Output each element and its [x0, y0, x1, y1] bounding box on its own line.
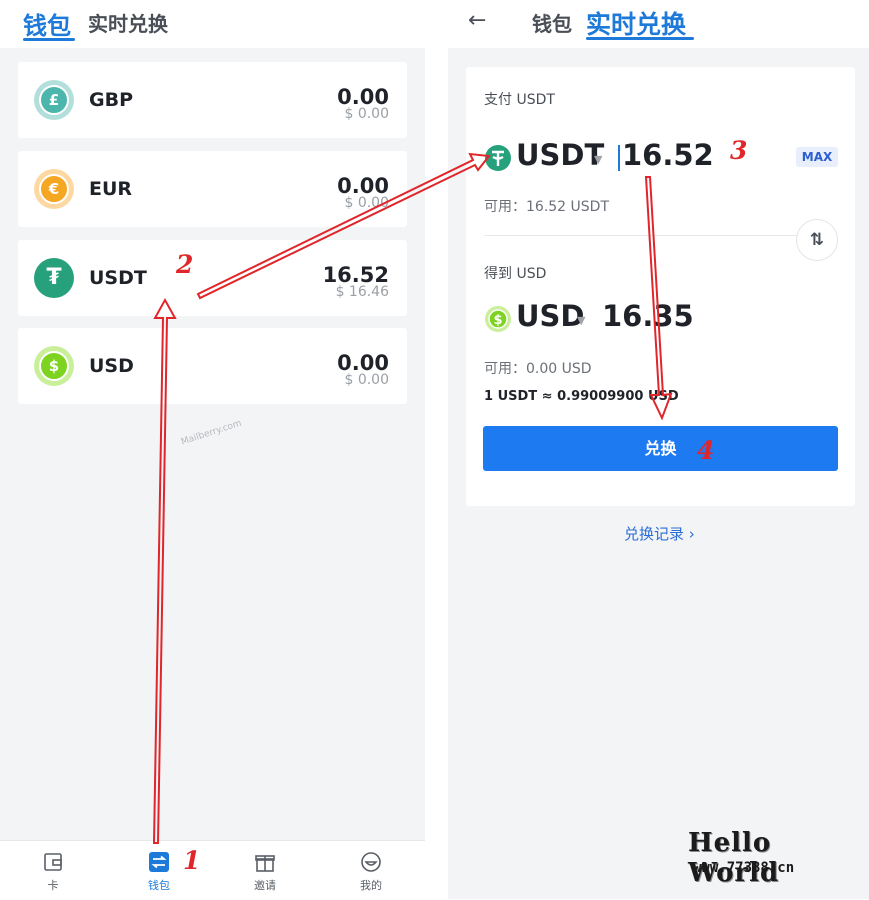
wallet-currency-name: USD: [89, 355, 134, 377]
exchange-header: ← 钱包 实时兑换: [448, 0, 869, 48]
receive-currency-select[interactable]: USD: [516, 299, 585, 333]
gbp-coin-icon: £: [34, 80, 74, 120]
exchange-form: 支付 USDT USDT ▼ 16.52 MAX 可用：16.52 USDT ⇅…: [466, 67, 855, 506]
nav-profile[interactable]: 我的: [341, 851, 401, 893]
tab-wallet[interactable]: 钱包: [532, 8, 572, 37]
tab-indicator: [586, 37, 694, 40]
gift-icon: [255, 855, 275, 872]
wallet-header: 钱包 实时兑换: [0, 0, 425, 48]
tab-live-exchange[interactable]: 实时兑换: [586, 5, 686, 41]
swap-arrows-icon: ⇅: [809, 230, 825, 250]
wallet-screen: 钱包 实时兑换 £ GBP 0.00 $ 0.00 € EUR 0.00 $ 0…: [0, 0, 425, 900]
usd-coin-icon: $: [485, 306, 511, 332]
back-arrow-icon[interactable]: ←: [468, 8, 486, 33]
wallet-currency-name: GBP: [89, 89, 134, 111]
svg-text:$: $: [493, 313, 502, 328]
wallet-usd-value: $ 16.46: [335, 284, 389, 300]
pay-currency-select[interactable]: USDT: [516, 138, 604, 172]
screen-gap: [425, 0, 448, 899]
wallet-usd-value: $ 0.00: [344, 195, 389, 211]
chevron-down-icon[interactable]: ▼: [594, 153, 602, 166]
pay-available: 可用：16.52 USDT: [484, 199, 609, 215]
exchange-screen: ← 钱包 实时兑换 支付 USDT USDT ▼ 16.52 MAX 可用：16…: [448, 0, 869, 899]
watermark-text: Mailberry.com: [179, 418, 243, 448]
eur-coin-icon: €: [34, 169, 74, 209]
wallet-card-usdt[interactable]: ₮ USDT 16.52 $ 16.46: [18, 240, 407, 316]
divider: [484, 235, 804, 236]
wallet-card-eur[interactable]: € EUR 0.00 $ 0.00: [18, 151, 407, 227]
bottom-navigation: 卡 钱包 邀请 我的: [0, 840, 425, 900]
annotation-number-3: 3: [730, 136, 748, 165]
tab-live-exchange[interactable]: 实时兑换: [88, 8, 168, 37]
usdt-coin-icon: [485, 145, 511, 171]
usdt-coin-icon: ₮: [34, 258, 74, 298]
usd-coin-icon: $: [34, 346, 74, 386]
overlay-title: Hello World: [688, 828, 780, 888]
wallet-currency-name: EUR: [89, 178, 133, 200]
annotation-number-2: 2: [176, 250, 194, 279]
wallet-card-gbp[interactable]: £ GBP 0.00 $ 0.00: [18, 62, 407, 138]
nav-wallet[interactable]: 钱包: [129, 851, 189, 893]
wallet-usd-value: $ 0.00: [344, 106, 389, 122]
text-cursor: [618, 145, 620, 171]
exchange-history-link[interactable]: 兑换记录 ›: [624, 523, 695, 544]
exchange-rate: 1 USDT ≈ 0.99009900 USD: [484, 389, 679, 404]
wallet-exchange-icon: [149, 852, 169, 872]
card-icon: [44, 853, 62, 871]
wallet-currency-name: USDT: [89, 267, 147, 289]
tab-wallet[interactable]: 钱包: [23, 6, 71, 41]
annotation-number-4: 4: [697, 436, 715, 465]
receive-label: 得到 USD: [484, 266, 547, 282]
pay-amount-input[interactable]: 16.52: [622, 138, 714, 172]
chevron-down-icon[interactable]: ▼: [577, 314, 585, 327]
exchange-button[interactable]: 兑换: [483, 426, 838, 471]
swap-direction-button[interactable]: ⇅: [796, 219, 838, 261]
pay-label: 支付 USDT: [484, 92, 555, 108]
max-button[interactable]: MAX: [796, 147, 838, 167]
nav-invite[interactable]: 邀请: [235, 851, 295, 893]
receive-amount: 16.35: [602, 299, 694, 333]
annotation-number-1: 1: [183, 846, 201, 875]
receive-available: 可用：0.00 USD: [484, 361, 592, 377]
profile-icon: [361, 852, 381, 872]
nav-card[interactable]: 卡: [23, 851, 83, 893]
wallet-usd-value: $ 0.00: [344, 372, 389, 388]
tab-indicator: [23, 38, 75, 41]
wallet-card-usd[interactable]: $ USD 0.00 $ 0.00: [18, 328, 407, 404]
overlay-url: www.77388.cn: [693, 860, 795, 876]
